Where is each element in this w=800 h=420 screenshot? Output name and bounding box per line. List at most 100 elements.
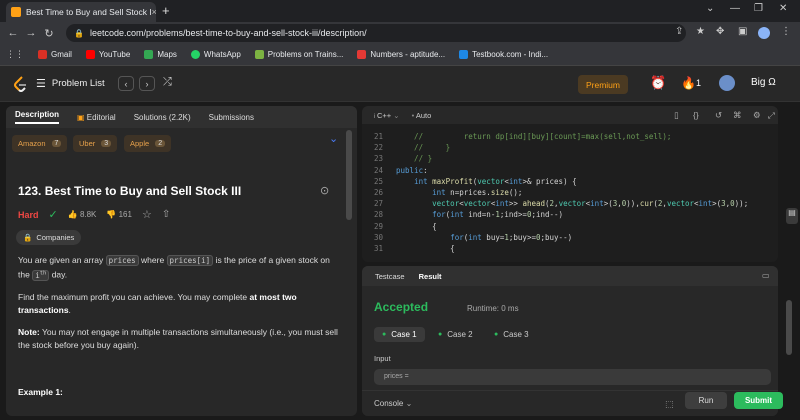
result-scrollbar[interactable] [786, 300, 792, 355]
problem-list-label: Problem List [51, 78, 105, 89]
close-tab-icon[interactable]: × [152, 7, 156, 17]
lock-icon: 🔒 [74, 28, 84, 38]
language-select[interactable]: i C++ ⌄ [374, 111, 400, 120]
chevron-down-icon: ⌄ [405, 399, 413, 408]
new-tab-button[interactable]: + [162, 3, 170, 18]
case-1-tab[interactable]: ● Case 1 [374, 327, 425, 342]
premium-button[interactable]: Premium [578, 75, 628, 94]
share-icon[interactable]: ⇧ [162, 209, 170, 220]
code-text: { [396, 244, 455, 254]
company-tag-amazon[interactable]: Amazon 7 [12, 135, 68, 152]
tab-result[interactable]: Result [419, 272, 442, 281]
line-number: 31 [373, 244, 383, 254]
result-tabs: Testcase Result [362, 266, 778, 286]
bookmark-numbers[interactable]: Numbers - aptitude... [357, 50, 445, 59]
bookmark-star-icon[interactable]: ★ [696, 26, 705, 37]
menu-icon[interactable]: ⋮ [781, 26, 791, 37]
next-problem-button[interactable]: › [139, 76, 155, 91]
pass-dot-icon: ● [438, 331, 443, 338]
console-toggle[interactable]: Console ⌄ [374, 399, 412, 408]
shortcut-icon[interactable]: ⌘ [733, 110, 742, 121]
collapse-panel-icon[interactable]: ▭ [762, 271, 770, 280]
tab-editorial[interactable]: ▣ Editorial [77, 113, 116, 122]
profile-avatar[interactable] [758, 27, 770, 39]
companies-button[interactable]: 🔒 Companies [16, 230, 82, 245]
code-line[interactable]: 21 // return dp[ind][buy][count]=max(sel… [362, 131, 778, 142]
list-icon: ☰ [36, 78, 46, 90]
pass-dot-icon: ● [494, 331, 499, 338]
minimize-icon[interactable]: — [730, 3, 740, 14]
bookmark-youtube[interactable]: YouTube [85, 50, 130, 59]
restore-icon[interactable]: ❐ [754, 3, 763, 14]
submit-button[interactable]: Submit [734, 392, 783, 409]
settings-gear-icon[interactable]: ⚙ [753, 110, 761, 121]
company-tag-uber[interactable]: Uber 3 [73, 135, 118, 152]
testbook-icon [459, 50, 469, 59]
code-line[interactable]: 22 // } [362, 142, 778, 153]
expand-chevron-icon[interactable]: ⌄ [329, 132, 338, 145]
code-line[interactable]: 25 int maxProfit(vector<int>& prices) { [362, 176, 778, 187]
back-icon[interactable]: ← [4, 27, 22, 39]
code-area[interactable]: 21 // return dp[ind][buy][count]=max(sel… [362, 131, 778, 254]
more-options-icon[interactable]: ⊙ [320, 184, 329, 197]
close-window-icon[interactable]: ✕ [779, 3, 787, 14]
bookmark-icon[interactable]: ▯ [674, 110, 679, 121]
username[interactable]: Big Ω [751, 77, 776, 88]
bookmark-testbook[interactable]: Testbook.com - Indi... [459, 50, 548, 59]
braces-icon[interactable]: {} [693, 110, 699, 120]
like-button[interactable]: 👍 8.8K [68, 210, 97, 219]
description-panel: Description ▣ Editorial Solutions (2.2K)… [6, 106, 357, 416]
problem-list-button[interactable]: ☰ Problem List [36, 77, 105, 90]
bookmark-whatsapp[interactable]: WhatsApp [190, 50, 241, 59]
code-line[interactable]: 26 int n=prices.size(); [362, 187, 778, 198]
user-avatar[interactable] [719, 75, 735, 91]
bookmark-gmail[interactable]: Gmail [38, 50, 72, 59]
company-tag-apple[interactable]: Apple 2 [124, 135, 172, 152]
code-text: int n=prices.size(); [432, 188, 523, 198]
bookmark-maps[interactable]: Maps [144, 50, 177, 59]
tab-search-icon[interactable]: ⌄ [706, 3, 714, 14]
bookmark-trains[interactable]: Problems on Trains... [254, 50, 343, 59]
line-number: 27 [373, 199, 383, 209]
run-button[interactable]: Run [685, 392, 727, 409]
code-line[interactable]: 24 public: [362, 165, 778, 176]
address-bar[interactable]: 🔒 leetcode.com/problems/best-time-to-buy… [66, 24, 686, 42]
code-line[interactable]: 23 // } [362, 153, 778, 164]
code-editor-panel: i C++ ⌄ • Auto ▯ {} ↺ ⌘ ⚙ ⤢ 21 // return… [362, 106, 778, 262]
fire-icon[interactable]: 🔥 [681, 76, 696, 90]
code-text: for(int buy=1;buy>=0;buy--) [450, 232, 573, 242]
browser-tab[interactable]: Best Time to Buy and Sell Stock I × [6, 2, 156, 22]
thumbs-down-icon: 👎 [106, 210, 117, 219]
description-scrollbar[interactable] [346, 130, 352, 220]
line-number: 23 [373, 154, 383, 164]
tab-solutions[interactable]: Solutions (2.2K) [134, 113, 191, 122]
code-line[interactable]: 29 { [362, 221, 778, 232]
reload-icon[interactable]: ↻ [40, 27, 58, 40]
upload-icon[interactable]: ⬚ [665, 399, 674, 410]
code-line[interactable]: 30 for(int buy=1;buy>=0;buy--) [362, 232, 778, 243]
code-line[interactable]: 31 { [362, 243, 778, 254]
dislike-button[interactable]: 👎 161 [106, 210, 132, 219]
notes-side-icon[interactable]: ▤ [786, 208, 798, 224]
case-3-tab[interactable]: ● Case 3 [486, 327, 537, 342]
alarm-clock-icon[interactable]: ⏰ [650, 75, 666, 91]
favorite-star-icon[interactable]: ☆ [142, 208, 152, 221]
forward-icon[interactable]: → [22, 27, 40, 39]
tab-testcase[interactable]: Testcase [375, 272, 405, 281]
reset-icon[interactable]: ↺ [715, 110, 722, 121]
mode-select[interactable]: • Auto [412, 111, 432, 120]
case-2-tab[interactable]: ● Case 2 [430, 327, 481, 342]
apps-icon[interactable]: ⋮⋮ [6, 49, 24, 60]
share-icon[interactable]: ⇪ [675, 26, 683, 37]
extensions-icon[interactable]: ✥ [716, 26, 724, 37]
tab-description[interactable]: Description [15, 110, 60, 124]
shuffle-icon[interactable]: ⤮ [163, 76, 172, 89]
prev-problem-button[interactable]: ‹ [118, 76, 134, 91]
side-panel-icon[interactable]: ▣ [738, 26, 747, 37]
code-line[interactable]: 27 vector<vector<int>> ahead(2,vector<in… [362, 198, 778, 209]
leetcode-logo-icon[interactable] [13, 76, 27, 92]
code-line[interactable]: 28 for(int ind=n-1;ind>=0;ind--) [362, 209, 778, 220]
fullscreen-icon[interactable]: ⤢ [768, 110, 775, 121]
problem-paragraph-2: Find the maximum profit you can achieve.… [18, 292, 297, 315]
tab-submissions[interactable]: Submissions [209, 113, 254, 122]
